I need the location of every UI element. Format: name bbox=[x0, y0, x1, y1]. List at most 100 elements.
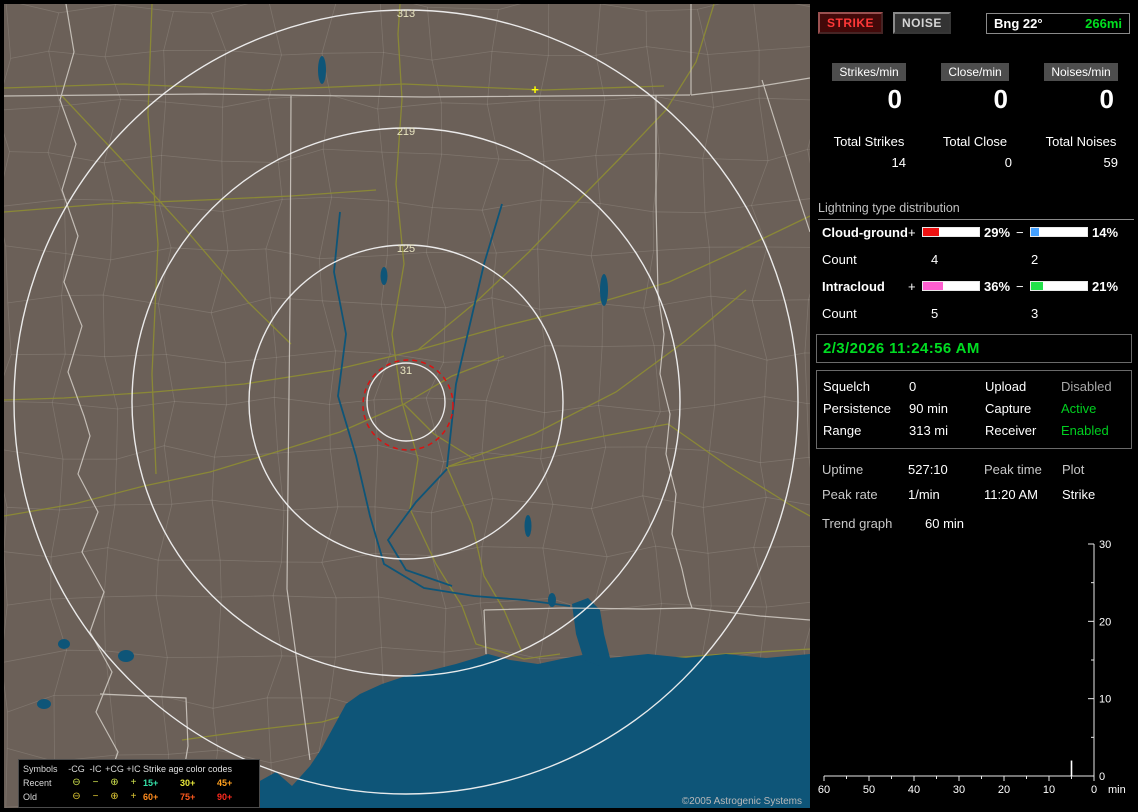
settings-box: Squelch 0 Upload Disabled Persistence 90… bbox=[816, 370, 1132, 449]
plus-sign: + bbox=[908, 278, 916, 294]
totals-row: Total Strikes 14 Total Close 0 Total Noi… bbox=[816, 134, 1134, 170]
bar-fill bbox=[923, 282, 944, 290]
age-code: 60+ bbox=[143, 791, 159, 802]
upload-status: Disabled bbox=[1061, 379, 1112, 394]
runtime-info-grid: Uptime 527:10 Peak time Plot Peak rate 1… bbox=[822, 462, 1132, 502]
svg-text:20: 20 bbox=[1099, 616, 1111, 628]
distribution-title: Lightning type distribution bbox=[818, 201, 1134, 220]
total-label: Total Noises bbox=[1045, 134, 1117, 149]
legend-header-row: Symbols -CG -IC +CG +IC Strike age color… bbox=[23, 762, 259, 776]
total-value: 59 bbox=[1103, 155, 1118, 170]
neg-ic-symbol-icon: − bbox=[92, 777, 99, 788]
pos-cg-symbol-icon: ⊕ bbox=[110, 777, 119, 788]
total-noises: Total Noises 59 bbox=[1028, 134, 1134, 170]
capture-label: Capture bbox=[985, 401, 1032, 416]
range-label: Range bbox=[823, 423, 862, 438]
count-label: Count bbox=[822, 305, 857, 321]
positive-percent-value: 29% bbox=[984, 224, 1011, 240]
legend-type-neg-ic: -IC bbox=[89, 763, 102, 774]
total-value: 0 bbox=[1004, 155, 1012, 170]
peak-time-label: Peak time bbox=[984, 462, 1042, 477]
copyright-text: ©2005 Astrogenic Systems bbox=[681, 796, 802, 807]
neg-ic-symbol-icon: − bbox=[92, 791, 99, 802]
negative-percent-bar bbox=[1030, 281, 1088, 291]
strike-mode-button[interactable]: STRIKE bbox=[818, 12, 884, 34]
positive-percent-bar bbox=[922, 281, 980, 291]
rate-value: 0 bbox=[887, 84, 902, 114]
svg-text:40: 40 bbox=[908, 784, 920, 796]
legend-row-recent: Recent ⊖ − ⊕ + 15+ 30+ 45+ bbox=[23, 776, 259, 790]
distribution-row-label: Cloud-ground bbox=[822, 224, 908, 240]
bar-fill bbox=[923, 228, 940, 236]
negative-percent-value: 14% bbox=[1092, 224, 1119, 240]
count-label: Count bbox=[822, 251, 857, 267]
positive-percent-bar bbox=[922, 227, 980, 237]
age-code: 30+ bbox=[180, 777, 196, 788]
total-value: 14 bbox=[891, 155, 906, 170]
negative-percent-bar bbox=[1030, 227, 1088, 237]
legend-type-pos-cg: +CG bbox=[105, 763, 124, 774]
bearing-display: Bng 22° 266mi bbox=[986, 12, 1130, 34]
receiver-label: Receiver bbox=[985, 423, 1037, 438]
total-strikes: Total Strikes 14 bbox=[816, 134, 922, 170]
legend-symbols-header: Symbols bbox=[23, 763, 58, 774]
trend-graph-header: Trend graph 60 min bbox=[822, 516, 964, 531]
intracloud-row: Intracloud + 36% − 21% bbox=[822, 278, 1134, 294]
bar-fill bbox=[1031, 228, 1039, 236]
negative-count: 3 bbox=[1031, 305, 1039, 321]
neg-cg-symbol-icon: ⊖ bbox=[72, 777, 81, 788]
squelch-value: 0 bbox=[909, 379, 917, 394]
peak-rate-label: Peak rate bbox=[822, 487, 878, 502]
strike-marker-icon: + bbox=[531, 82, 539, 97]
rate-value: 0 bbox=[993, 84, 1008, 114]
age-code: 90+ bbox=[217, 791, 233, 802]
mode-toolbar: STRIKE NOISE Bng 22° 266mi bbox=[818, 12, 1130, 34]
persistence-label: Persistence bbox=[823, 401, 891, 416]
rate-label-chip: Close/min bbox=[941, 63, 1009, 81]
pos-ic-symbol-icon: + bbox=[130, 777, 137, 788]
negative-count: 2 bbox=[1031, 251, 1039, 267]
neg-cg-symbol-icon: ⊖ bbox=[72, 791, 81, 802]
intracloud-count-row: Count 5 3 bbox=[822, 305, 1134, 321]
age-code: 75+ bbox=[180, 791, 196, 802]
legend-type-neg-cg: -CG bbox=[68, 763, 85, 774]
bearing-range-value: 266mi bbox=[1085, 15, 1122, 31]
svg-text:30: 30 bbox=[953, 784, 965, 796]
range-value: 313 mi bbox=[909, 423, 949, 438]
map-canvas[interactable]: 313 219 125 31 + bbox=[4, 4, 810, 808]
pos-cg-symbol-icon: ⊕ bbox=[110, 791, 119, 802]
cloud-ground-row: Cloud-ground + 29% − 14% bbox=[822, 224, 1134, 240]
total-label: Total Strikes bbox=[833, 134, 905, 149]
legend-row-label: Old bbox=[23, 791, 38, 802]
uptime-label: Uptime bbox=[822, 462, 864, 477]
app-window: 313 219 125 31 + Symbols -CG -IC +CG +IC… bbox=[0, 0, 1138, 812]
rate-value: 0 bbox=[1099, 84, 1114, 114]
svg-text:min: min bbox=[1108, 784, 1126, 796]
rate-label-chip: Strikes/min bbox=[832, 63, 906, 81]
total-label: Total Close bbox=[942, 134, 1008, 149]
range-ring-label: 125 bbox=[397, 243, 415, 255]
positive-count: 5 bbox=[931, 305, 939, 321]
svg-text:60: 60 bbox=[818, 784, 830, 796]
minus-sign: − bbox=[1016, 224, 1024, 240]
svg-text:0: 0 bbox=[1091, 784, 1097, 796]
legend-row-old: Old ⊖ − ⊕ + 60+ 75+ 90+ bbox=[23, 790, 259, 804]
total-close: Total Close 0 bbox=[922, 134, 1028, 170]
map-panel[interactable]: 313 219 125 31 + Symbols -CG -IC +CG +IC… bbox=[4, 4, 810, 808]
receiver-status: Enabled bbox=[1061, 423, 1109, 438]
svg-text:10: 10 bbox=[1043, 784, 1055, 796]
svg-text:50: 50 bbox=[863, 784, 875, 796]
legend-type-pos-ic: +IC bbox=[126, 763, 141, 774]
pos-ic-symbol-icon: + bbox=[130, 791, 137, 802]
range-ring-label: 31 bbox=[400, 365, 412, 377]
trend-graph-window: 60 min bbox=[925, 516, 965, 531]
trend-graph-label: Trend graph bbox=[822, 516, 893, 531]
upload-label: Upload bbox=[985, 379, 1027, 394]
noise-mode-button[interactable]: NOISE bbox=[893, 12, 951, 34]
age-code: 15+ bbox=[143, 777, 159, 788]
negative-percent-value: 21% bbox=[1092, 278, 1119, 294]
capture-status: Active bbox=[1061, 401, 1097, 416]
noises-per-min-box: Noises/min 0 bbox=[1028, 63, 1134, 115]
uptime-value: 527:10 bbox=[908, 462, 948, 477]
strikes-per-min-box: Strikes/min 0 bbox=[816, 63, 922, 115]
